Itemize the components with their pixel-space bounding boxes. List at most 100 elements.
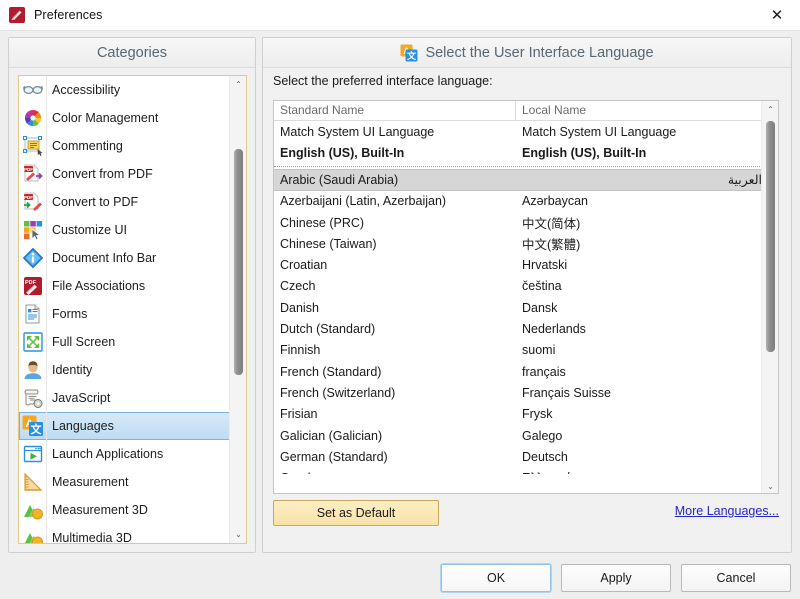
language-standard-name: Azerbaijani (Latin, Azerbaijan) bbox=[280, 194, 447, 209]
sidebar-item-label: Measurement 3D bbox=[52, 503, 148, 517]
table-row[interactable]: Czech čeština bbox=[274, 276, 762, 297]
language-standard-name: English (US), Built-In bbox=[280, 145, 405, 160]
sidebar-item-label: Full Screen bbox=[52, 335, 116, 349]
sidebar-item-identity[interactable]: Identity bbox=[19, 356, 231, 384]
language-local-name: Deutsch bbox=[522, 449, 568, 464]
table-row[interactable]: Azerbaijani (Latin, Azerbaijan) Azərbayca… bbox=[274, 191, 762, 212]
language-local-name: suomi bbox=[522, 343, 556, 358]
sidebar-item-label: Multimedia 3D bbox=[52, 531, 132, 543]
sidebar-item-label: Forms bbox=[52, 307, 88, 321]
language-scrollbar[interactable]: ⌃ ⌄ bbox=[761, 101, 778, 493]
sidebar-item-document-info-bar[interactable]: Document Info Bar bbox=[19, 244, 231, 272]
set-as-default-button[interactable]: Set as Default bbox=[273, 500, 439, 526]
languages-icon: A文 bbox=[22, 415, 44, 437]
sidebar-item-multimedia-3d[interactable]: Multimedia 3D bbox=[19, 524, 231, 543]
info-diamond-icon bbox=[22, 247, 44, 269]
cancel-button[interactable]: Cancel bbox=[681, 564, 791, 592]
language-local-name: Galego bbox=[522, 428, 563, 443]
table-row[interactable]: German (Standard) Deutsch bbox=[274, 446, 762, 467]
language-local-name: 中文(简体) bbox=[522, 217, 581, 232]
language-local-name: English (US), Built-In bbox=[522, 145, 647, 160]
sidebar-item-measurement[interactable]: Measurement bbox=[19, 468, 231, 496]
apply-button[interactable]: Apply bbox=[561, 564, 671, 592]
categories-list-items: Accessibility Color Management Commenting P… bbox=[19, 76, 231, 543]
table-row[interactable]: Finnish suomi bbox=[274, 340, 762, 361]
language-standard-name: Arabic (Saudi Arabia) bbox=[280, 172, 399, 187]
sidebar-item-accessibility[interactable]: Accessibility bbox=[19, 76, 231, 104]
table-row[interactable]: French (Standard) français bbox=[274, 361, 762, 382]
sidebar-item-color-management[interactable]: Color Management bbox=[19, 104, 231, 132]
color-wheel-icon bbox=[22, 107, 44, 129]
language-panel-title: Select the User Interface Language bbox=[425, 44, 654, 61]
language-table[interactable]: Standard Name Local Name Match System UI… bbox=[273, 100, 779, 494]
table-row[interactable]: Arabic (Saudi Arabia) العربية bbox=[274, 168, 762, 191]
table-row[interactable]: Match System UI Language Match System UI … bbox=[274, 121, 762, 142]
sidebar-item-convert-from-pdf[interactable]: PDF Convert from PDF bbox=[19, 160, 231, 188]
scroll-down-icon[interactable]: ⌄ bbox=[230, 526, 246, 543]
convert-to-pdf-icon: PDF bbox=[22, 191, 44, 213]
sidebar-item-label: Convert from PDF bbox=[52, 167, 153, 181]
sidebar-item-label: Color Management bbox=[52, 111, 159, 125]
language-standard-name: Frisian bbox=[280, 407, 318, 422]
languages-icon: A 文 bbox=[400, 44, 418, 62]
svg-text:PDF: PDF bbox=[24, 195, 33, 200]
language-standard-name: Finnish bbox=[280, 343, 321, 358]
language-standard-name: Galician (Galician) bbox=[280, 428, 383, 443]
table-row[interactable]: Dutch (Standard) Nederlands bbox=[274, 318, 762, 339]
language-scroll-thumb[interactable] bbox=[766, 121, 775, 352]
language-local-name: 中文(繁體) bbox=[522, 238, 581, 253]
sidebar-item-label: Commenting bbox=[52, 139, 123, 153]
language-standard-name: Czech bbox=[280, 279, 316, 294]
window-title: Preferences bbox=[34, 8, 103, 22]
sidebar-item-label: Measurement bbox=[52, 475, 129, 489]
sidebar-item-measurement-3d[interactable]: Measurement 3D bbox=[19, 496, 231, 524]
table-row[interactable]: French (Switzerland) Français Suisse bbox=[274, 382, 762, 403]
pdf-file-icon: PDF bbox=[22, 275, 44, 297]
sidebar-item-javascript[interactable]: JavaScript bbox=[19, 384, 231, 412]
title-bar: Preferences ✕ bbox=[0, 0, 800, 30]
language-standard-name: Croatian bbox=[280, 258, 328, 273]
measurement-3d-icon bbox=[22, 499, 44, 521]
scroll-down-icon[interactable]: ⌄ bbox=[762, 478, 778, 493]
person-icon bbox=[22, 359, 44, 381]
ok-button[interactable]: OK bbox=[440, 563, 552, 593]
sidebar-item-forms[interactable]: Forms bbox=[19, 300, 231, 328]
table-row[interactable]: Croatian Hrvatski bbox=[274, 254, 762, 275]
sidebar-item-file-associations[interactable]: PDF File Associations bbox=[19, 272, 231, 300]
sidebar-item-label: Document Info Bar bbox=[52, 251, 157, 265]
language-prompt: Select the preferred interface language: bbox=[273, 74, 493, 88]
categories-scroll-thumb[interactable] bbox=[234, 149, 243, 375]
categories-panel: Categories Accessibility Color Management… bbox=[8, 37, 256, 553]
table-row[interactable]: English (US), Built-In English (US), Buil… bbox=[274, 142, 762, 163]
sidebar-item-convert-to-pdf[interactable]: PDF Convert to PDF bbox=[19, 188, 231, 216]
sidebar-item-languages[interactable]: A文 Languages bbox=[19, 412, 231, 440]
table-row[interactable]: Danish Dansk bbox=[274, 297, 762, 318]
categories-list[interactable]: Accessibility Color Management Commenting P… bbox=[18, 75, 247, 544]
more-languages-link[interactable]: More Languages... bbox=[675, 504, 779, 518]
sidebar-item-full-screen[interactable]: Full Screen bbox=[19, 328, 231, 356]
table-row[interactable]: Chinese (Taiwan) 中文(繁體) bbox=[274, 233, 762, 254]
table-row[interactable]: Frisian Frysk bbox=[274, 404, 762, 425]
language-standard-name: Danish bbox=[280, 300, 319, 315]
glasses-icon bbox=[22, 79, 44, 101]
language-local-name: Match System UI Language bbox=[522, 124, 677, 139]
customize-ui-icon bbox=[22, 219, 44, 241]
ruler-triangle-icon bbox=[22, 471, 44, 493]
language-table-header: Standard Name Local Name bbox=[274, 101, 778, 121]
svg-text:PDF: PDF bbox=[24, 167, 33, 172]
svg-text:文: 文 bbox=[406, 50, 417, 61]
sidebar-item-launch-applications[interactable]: Launch Applications bbox=[19, 440, 231, 468]
column-header-local-name[interactable]: Local Name bbox=[516, 101, 778, 120]
column-header-standard-name[interactable]: Standard Name bbox=[274, 101, 516, 120]
table-row[interactable]: Chinese (PRC) 中文(简体) bbox=[274, 212, 762, 233]
table-row[interactable]: Galician (Galician) Galego bbox=[274, 425, 762, 446]
sidebar-item-customize-ui[interactable]: Customize UI bbox=[19, 216, 231, 244]
categories-scrollbar[interactable]: ⌃ ⌄ bbox=[229, 76, 246, 543]
close-icon[interactable]: ✕ bbox=[754, 0, 800, 30]
table-row[interactable]: GreekΕλληνικά bbox=[274, 467, 762, 474]
language-local-name: العربية bbox=[727, 173, 762, 188]
scroll-up-icon[interactable]: ⌃ bbox=[230, 76, 246, 93]
language-standard-name: German (Standard) bbox=[280, 449, 388, 464]
scroll-up-icon[interactable]: ⌃ bbox=[762, 101, 778, 118]
sidebar-item-commenting[interactable]: Commenting bbox=[19, 132, 231, 160]
